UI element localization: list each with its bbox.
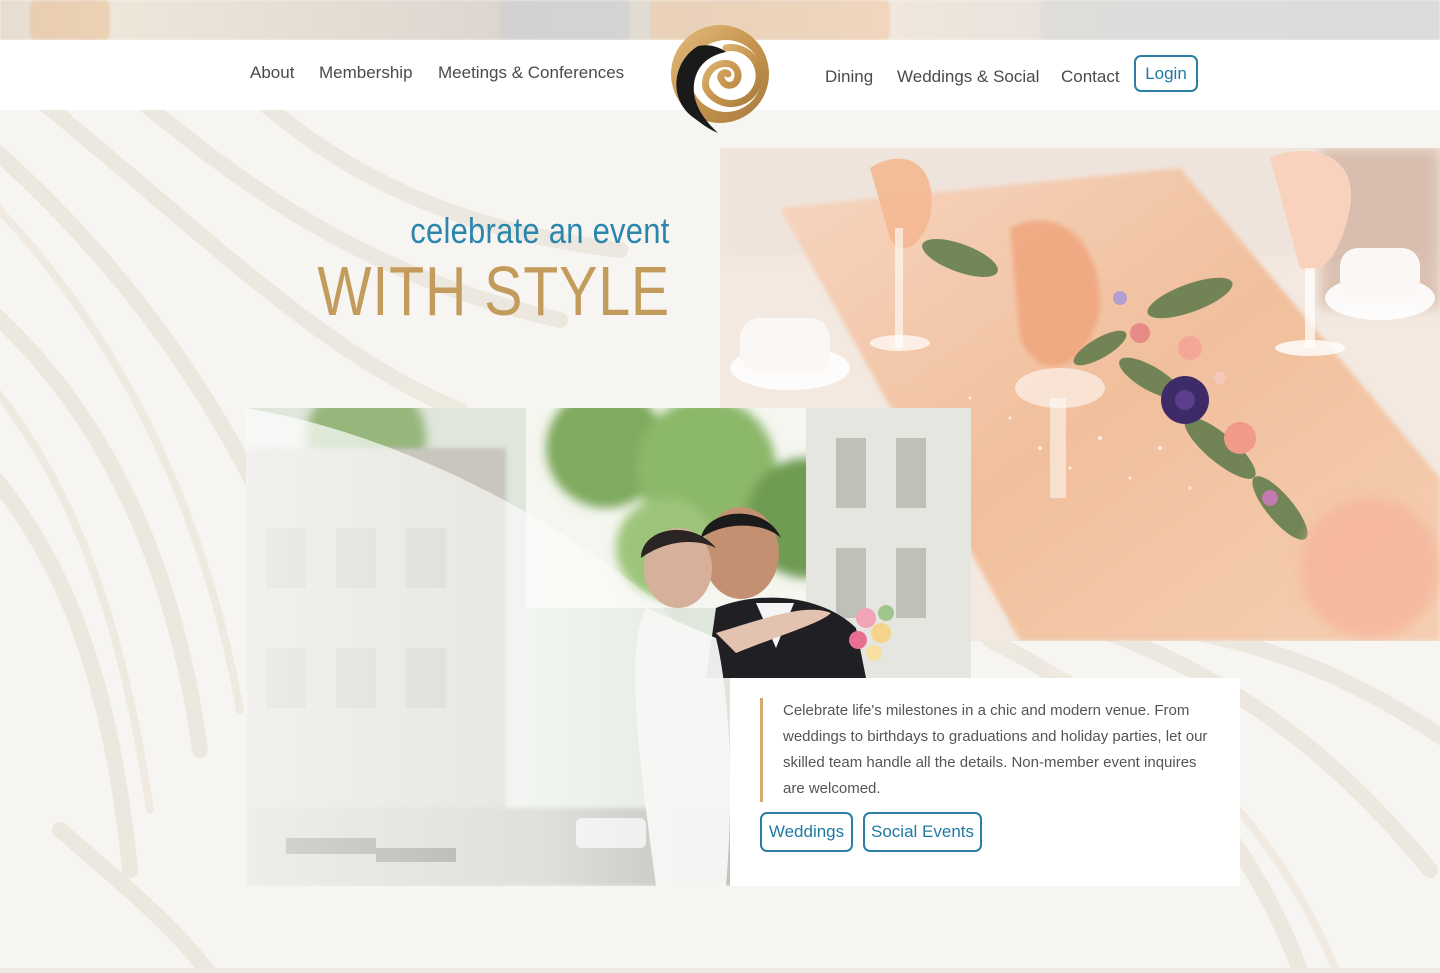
- social-events-button[interactable]: Social Events: [863, 812, 982, 852]
- weddings-button[interactable]: Weddings: [760, 812, 853, 852]
- blur-blob: [1040, 0, 1440, 40]
- hero-subtitle: celebrate an event: [410, 210, 670, 251]
- login-button[interactable]: Login: [1134, 55, 1198, 92]
- nav-dining[interactable]: Dining: [825, 67, 873, 87]
- swirl-logo-icon[interactable]: [666, 22, 772, 134]
- blur-blob: [500, 0, 630, 40]
- card-quote-block: Celebrate life's milestones in a chic an…: [760, 698, 1210, 802]
- blur-blob: [30, 0, 110, 40]
- nav-contact[interactable]: Contact: [1061, 67, 1120, 87]
- nav-membership[interactable]: Membership: [319, 63, 413, 83]
- event-info-card: Celebrate life's milestones in a chic an…: [730, 678, 1240, 886]
- bottom-divider: [0, 968, 1440, 973]
- hero-title: WITH STYLE: [317, 252, 670, 330]
- nav-meetings-conferences[interactable]: Meetings & Conferences: [438, 63, 624, 83]
- card-description: Celebrate life's milestones in a chic an…: [783, 702, 1208, 797]
- nav-weddings-social[interactable]: Weddings & Social: [897, 67, 1039, 87]
- nav-about[interactable]: About: [250, 63, 294, 83]
